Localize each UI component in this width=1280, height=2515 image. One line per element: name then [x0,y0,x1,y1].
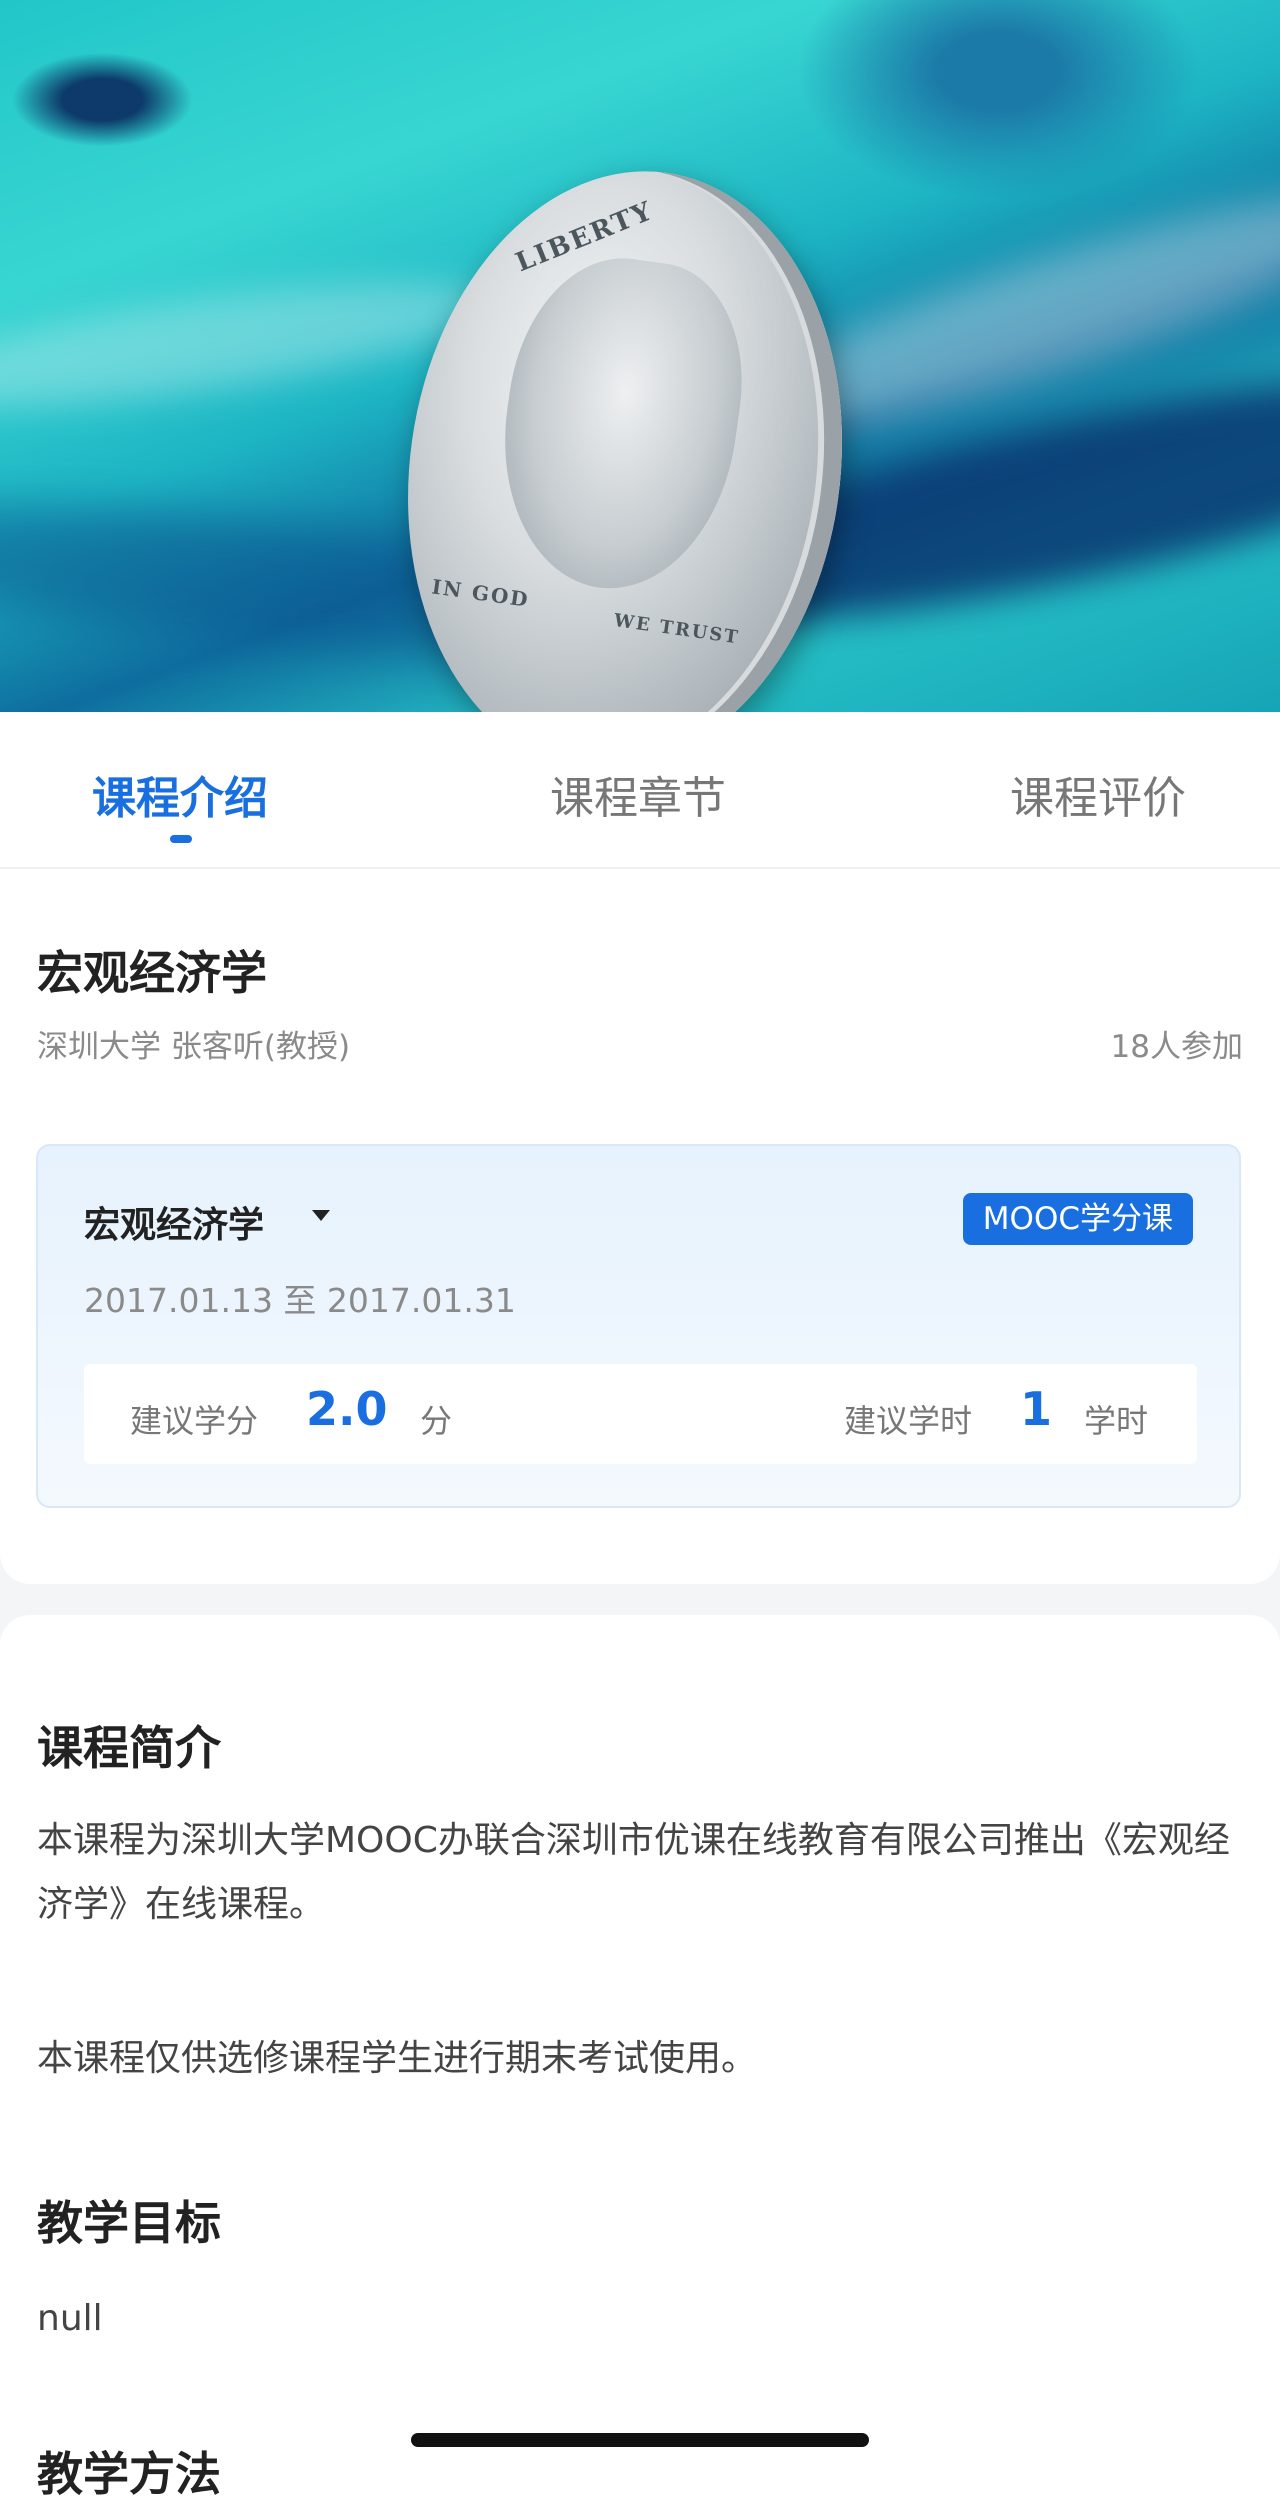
coin-text-motto2: WE TRUST [612,610,741,649]
tab-course-chapters[interactable]: 课程章节 [488,762,788,826]
section-title-goals: 教学目标 [37,2196,221,2250]
course-info-section: 宏观经济学 深圳大学 张客听(教授) 18人参加 宏观经济学 MOOC学分课 2… [0,869,1280,1584]
participant-count: 18人参加 [1110,1029,1243,1065]
coin-text-motto: IN GOD [430,574,532,612]
active-tab-indicator [170,835,192,843]
hours-value: 1 [1020,1382,1053,1436]
tab-course-intro[interactable]: 课程介绍 [30,762,330,826]
credit-label: 建议学分 [130,1402,259,1440]
section-title-method: 教学方法 [37,2447,221,2501]
course-school-teacher: 深圳大学 张客听(教授) [37,1029,351,1065]
course-description-section: 课程简介 本课程为深圳大学MOOC办联合深圳市优课在线教育有限公司推出《宏观经济… [0,1615,1280,2515]
section-title-intro: 课程简介 [37,1721,221,1775]
intro-paragraph-2: 本课程仅供选修课程学生进行期末考试使用。 [37,2038,758,2079]
hours-label: 建议学时 [844,1402,973,1440]
term-dates: 2017.01.13 至 2017.01.31 [84,1281,516,1320]
credit-value: 2.0 [306,1382,388,1436]
term-selector-label[interactable]: 宏观经济学 [84,1196,264,1248]
tab-course-reviews[interactable]: 课程评价 [948,762,1248,826]
goals-text: null [37,2298,103,2339]
chevron-down-icon[interactable] [312,1210,330,1221]
home-indicator[interactable] [411,2433,869,2447]
course-type-badge: MOOC学分课 [962,1193,1193,1245]
coin: LIBERTY IN GOD WE TRUST [370,142,880,712]
credit-hours-box: 建议学分 2.0 分 建议学时 1 学时 [84,1364,1197,1464]
course-title: 宏观经济学 [37,946,267,1000]
coin-portrait [484,244,759,604]
intro-paragraph-1: 本课程为深圳大学MOOC办联合深圳市优课在线教育有限公司推出《宏观经济学》在线课… [37,1820,1230,1925]
hours-unit: 学时 [1084,1402,1149,1440]
term-card: 宏观经济学 MOOC学分课 2017.01.13 至 2017.01.31 建议… [36,1144,1241,1508]
tab-bar: 课程介绍 课程章节 课程评价 [0,712,1280,869]
course-cover-image: LIBERTY IN GOD WE TRUST [0,0,1280,712]
credit-unit: 分 [420,1402,453,1440]
